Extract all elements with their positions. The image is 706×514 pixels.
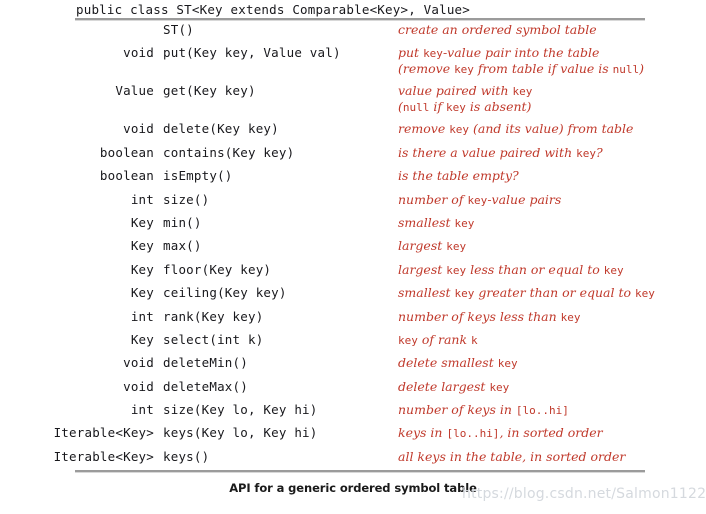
method-description-line-1: number of key-value pairs bbox=[398, 191, 562, 207]
method-description-line-2: (remove key from table if value is null) bbox=[398, 61, 645, 77]
method-description-line-1: number of keys less than key bbox=[398, 308, 581, 324]
method-description-line-1: delete smallest key bbox=[398, 355, 518, 371]
method-return-type: Key bbox=[130, 214, 154, 230]
method-row: int size(Key lo, Key hi) number of keys in… bbox=[0, 402, 706, 425]
method-signature: ceiling(Key key) bbox=[163, 285, 287, 301]
method-description: remove key (and its value) from table bbox=[398, 121, 706, 137]
class-declaration-header: public class ST<Key extends Comparable<K… bbox=[76, 2, 471, 17]
method-description-line-1: keys in [lo..hi], in sorted order bbox=[398, 425, 603, 441]
method-row: Key select(int k) key of rank k bbox=[0, 332, 706, 355]
method-signature: put(Key key, Value val) bbox=[163, 45, 341, 61]
method-return-type: int bbox=[130, 308, 154, 324]
method-row: void deleteMax() delete largest key bbox=[0, 379, 706, 402]
method-row: ST() create an ordered symbol table bbox=[0, 22, 706, 45]
method-description-line-2: (null if key is absent) bbox=[398, 99, 532, 115]
method-return-type: int bbox=[130, 402, 154, 418]
method-row: int rank(Key key) number of keys less than… bbox=[0, 309, 706, 332]
method-description: is the table empty? bbox=[398, 168, 706, 183]
method-description: key of rank k bbox=[398, 332, 706, 348]
method-signature: ST() bbox=[163, 22, 194, 37]
method-row: void put(Key key, Value val) put key-value… bbox=[0, 45, 706, 83]
method-description: is there a value paired with key? bbox=[398, 145, 706, 161]
method-return-type: void bbox=[123, 45, 154, 61]
method-return-type: void bbox=[123, 355, 154, 371]
method-description-line-1: value paired with key bbox=[398, 83, 533, 99]
method-description-line-1: is there a value paired with key? bbox=[398, 144, 603, 160]
method-description: put key-value pair into the table (remove… bbox=[398, 45, 706, 77]
method-row: int size() number of key-value pairs bbox=[0, 192, 706, 215]
method-description-line-1: smallest key greater than or equal to ke… bbox=[398, 285, 655, 301]
method-description: delete smallest key bbox=[398, 355, 706, 371]
method-description: smallest key bbox=[398, 215, 706, 231]
api-figure: public class ST<Key extends Comparable<K… bbox=[0, 0, 706, 514]
method-description-line-1: all keys in the table, in sorted order bbox=[398, 448, 626, 464]
method-row: Key min() smallest key bbox=[0, 215, 706, 238]
method-return-type: Key bbox=[130, 238, 154, 254]
method-description: number of keys less than key bbox=[398, 309, 706, 325]
method-signature: size() bbox=[163, 191, 210, 207]
method-signature: max() bbox=[163, 238, 202, 254]
method-description: value paired with key (null if key is abs… bbox=[398, 83, 706, 115]
method-row: void delete(Key key) remove key (and its v… bbox=[0, 121, 706, 144]
method-row: boolean isEmpty() is the table empty? bbox=[0, 168, 706, 191]
method-table: ST() create an ordered symbol table void pu… bbox=[0, 22, 706, 472]
method-signature: delete(Key key) bbox=[163, 121, 279, 137]
method-signature: select(int k) bbox=[163, 331, 264, 347]
method-description-line-1: largest key bbox=[398, 238, 467, 254]
method-row: Key floor(Key key) largest key less than o… bbox=[0, 262, 706, 285]
method-row: void deleteMin() delete smallest key bbox=[0, 355, 706, 378]
method-return-type: Key bbox=[130, 261, 154, 277]
method-description: largest key bbox=[398, 238, 706, 254]
method-signature: keys() bbox=[163, 448, 210, 464]
method-return-type: void bbox=[123, 121, 154, 137]
method-description-line-1: largest key less than or equal to key bbox=[398, 261, 624, 277]
footer-divider-rule bbox=[75, 470, 645, 473]
method-row: Key ceiling(Key key) smallest key greater … bbox=[0, 285, 706, 308]
method-return-type: Iterable<Key> bbox=[53, 448, 154, 464]
method-return-type: void bbox=[123, 378, 154, 394]
method-return-type: Value bbox=[115, 83, 154, 99]
method-return-type: int bbox=[130, 191, 154, 207]
method-row: boolean contains(Key key) is there a value… bbox=[0, 145, 706, 168]
method-signature: size(Key lo, Key hi) bbox=[163, 402, 318, 418]
method-signature: get(Key key) bbox=[163, 83, 256, 99]
method-description: smallest key greater than or equal to ke… bbox=[398, 285, 706, 301]
method-description: number of keys in [lo..hi] bbox=[398, 402, 706, 418]
method-description-line-1: number of keys in [lo..hi] bbox=[398, 402, 569, 418]
method-return-type: Key bbox=[130, 331, 154, 347]
method-description: all keys in the table, in sorted order bbox=[398, 449, 706, 464]
method-description-line-1: put key-value pair into the table bbox=[398, 45, 600, 61]
method-row: Iterable<Key> keys(Key lo, Key hi) keys in… bbox=[0, 425, 706, 448]
method-return-type: boolean bbox=[99, 168, 154, 184]
method-return-type: Key bbox=[130, 285, 154, 301]
method-description-line-1: is the table empty? bbox=[398, 168, 519, 184]
method-description-line-1: remove key (and its value) from table bbox=[398, 121, 634, 137]
header-divider-rule bbox=[75, 18, 645, 21]
method-signature: isEmpty() bbox=[163, 168, 233, 184]
method-signature: min() bbox=[163, 214, 202, 230]
figure-caption: API for a generic ordered symbol table bbox=[229, 481, 477, 495]
method-description: keys in [lo..hi], in sorted order bbox=[398, 425, 706, 441]
method-description: largest key less than or equal to key bbox=[398, 262, 706, 278]
method-row: Key max() largest key bbox=[0, 238, 706, 261]
method-description-line-1: smallest key bbox=[398, 214, 475, 230]
method-signature: floor(Key key) bbox=[163, 261, 272, 277]
method-description-line-1: key of rank k bbox=[398, 331, 478, 347]
method-signature: contains(Key key) bbox=[163, 144, 295, 160]
method-signature: deleteMin() bbox=[163, 355, 248, 371]
method-signature: rank(Key key) bbox=[163, 308, 264, 324]
method-description: create an ordered symbol table bbox=[398, 22, 706, 37]
method-return-type: Iterable<Key> bbox=[53, 425, 154, 441]
method-description: number of key-value pairs bbox=[398, 192, 706, 208]
method-description-line-1: delete largest key bbox=[398, 378, 510, 394]
method-signature: deleteMax() bbox=[163, 378, 248, 394]
method-row: Iterable<Key> keys() all keys in the table… bbox=[0, 449, 706, 472]
method-description: delete largest key bbox=[398, 379, 706, 395]
method-row: Value get(Key key) value paired with key (n… bbox=[0, 83, 706, 121]
method-signature: keys(Key lo, Key hi) bbox=[163, 425, 318, 441]
method-description-line-1: create an ordered symbol table bbox=[398, 22, 597, 37]
method-return-type: boolean bbox=[99, 144, 154, 160]
